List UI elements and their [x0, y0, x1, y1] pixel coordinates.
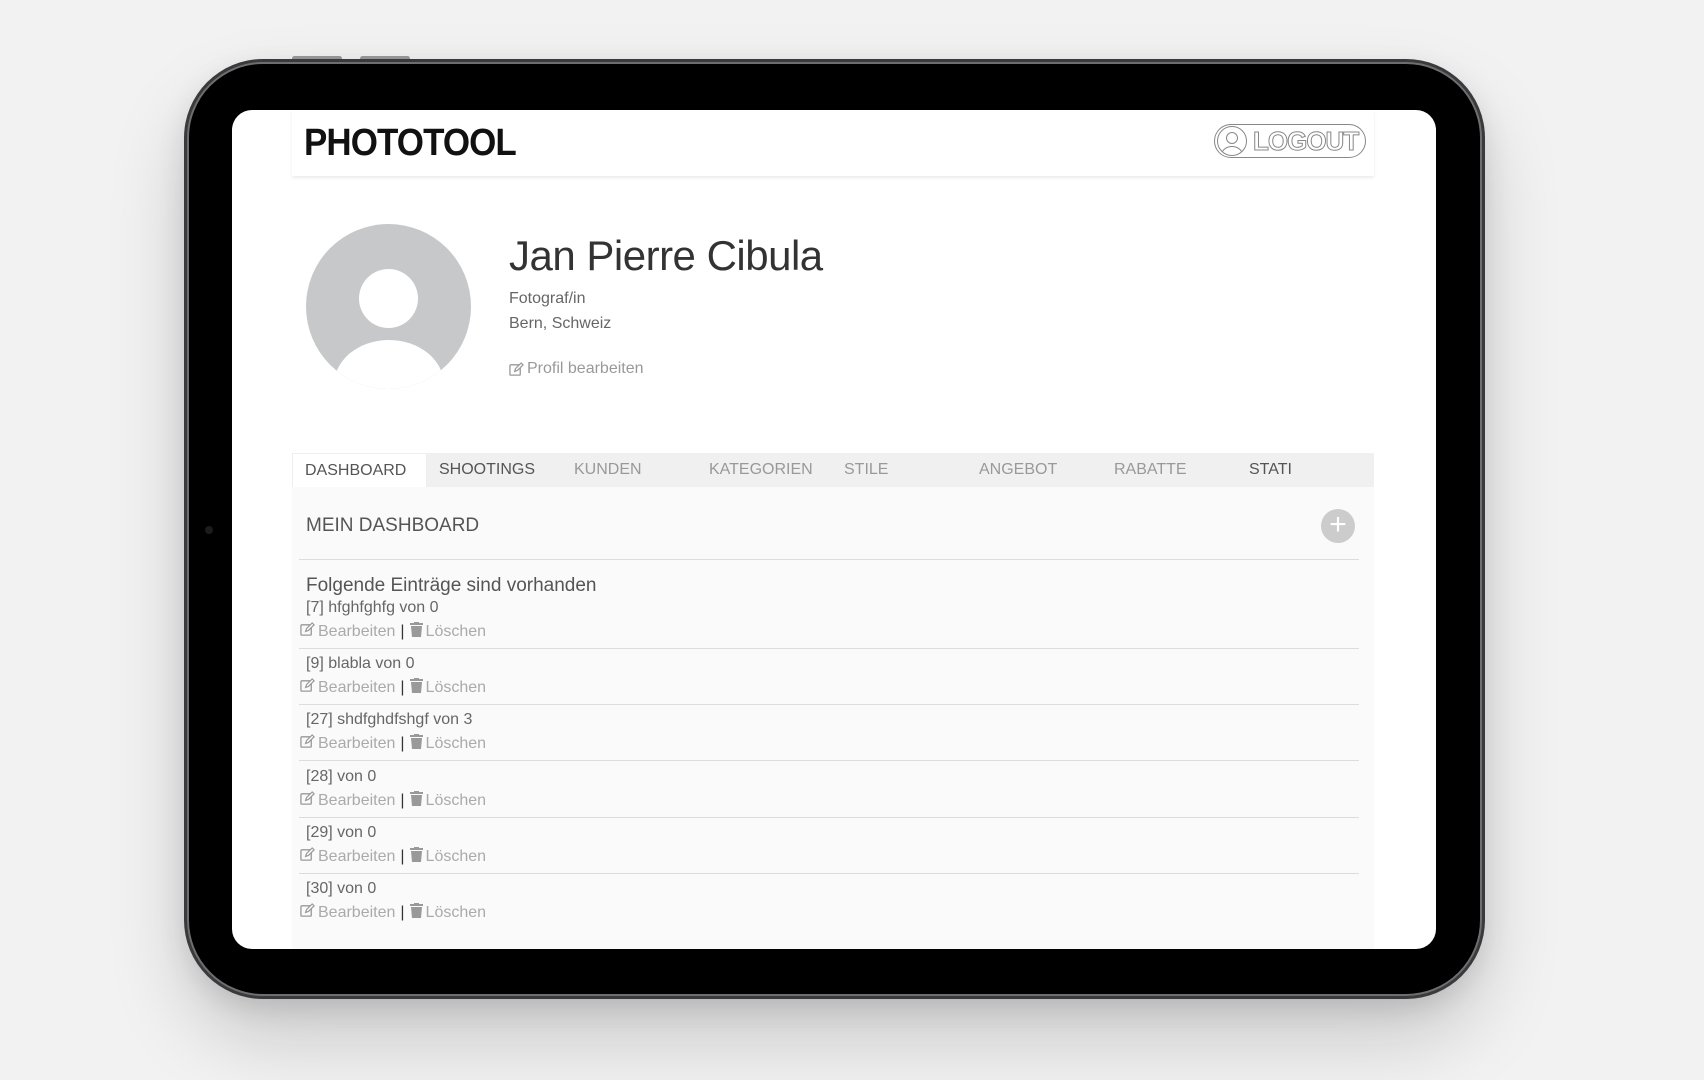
tab-stile[interactable]: STILE — [832, 453, 967, 487]
profile-role: Fotograf/in — [509, 290, 586, 307]
plus-icon: + — [1329, 508, 1347, 541]
edit-link[interactable]: Bearbeiten — [318, 848, 395, 866]
volume-button-top-1 — [292, 56, 342, 61]
list-item-actions: Bearbeiten | Löschen — [300, 678, 486, 698]
edit-profile-label: Profil bearbeiten — [527, 360, 644, 377]
panel-title: MEIN DASHBOARD — [306, 515, 480, 536]
delete-link[interactable]: Löschen — [426, 735, 487, 753]
separator: | — [400, 735, 405, 752]
edit-link[interactable]: Bearbeiten — [318, 904, 395, 922]
edit-profile-link[interactable]: Profil bearbeiten — [509, 360, 644, 378]
list-item-title: [30] von 0 — [306, 880, 377, 897]
list-item-title: [28] von 0 — [306, 768, 377, 785]
list-item-actions: Bearbeiten | Löschen — [300, 734, 486, 754]
separator: | — [400, 623, 405, 640]
edit-icon — [300, 847, 315, 867]
edit-icon — [300, 678, 315, 698]
entries-heading: Folgende Einträge sind vorhanden — [306, 575, 597, 596]
trash-icon — [409, 678, 423, 698]
delete-link[interactable]: Löschen — [426, 904, 487, 922]
logout-label: LOGOUT — [1252, 125, 1359, 156]
trash-icon — [409, 791, 423, 811]
profile-location: Bern, Schweiz — [509, 315, 612, 332]
delete-link[interactable]: Löschen — [426, 848, 487, 866]
separator: | — [400, 904, 405, 921]
divider — [299, 648, 1359, 649]
app-logo[interactable]: PHOTOTOOL — [304, 122, 517, 165]
divider — [299, 873, 1359, 874]
avatar-body — [334, 340, 444, 389]
avatar — [306, 224, 471, 389]
tab-stati[interactable]: STATI — [1237, 453, 1372, 487]
screen: PHOTOTOOL LOGOUT Jan Pierre Cibula Fotog… — [232, 110, 1436, 949]
edit-link[interactable]: Bearbeiten — [318, 679, 395, 697]
separator: | — [400, 848, 405, 865]
list-item-title: [29] von 0 — [306, 824, 377, 841]
list-item-actions: Bearbeiten | Löschen — [300, 791, 486, 811]
trash-icon — [409, 847, 423, 867]
dashboard-panel: MEIN DASHBOARD + Folgende Einträge sind … — [292, 487, 1374, 949]
list-item-actions: Bearbeiten | Löschen — [300, 622, 486, 642]
list-item-title: [27] shdfghdfshgf von 3 — [306, 711, 473, 728]
separator: | — [400, 679, 405, 696]
edit-link[interactable]: Bearbeiten — [318, 792, 395, 810]
tab-shootings[interactable]: SHOOTINGS — [427, 453, 562, 487]
volume-button-top-2 — [360, 56, 410, 61]
trash-icon — [409, 622, 423, 642]
tab-bar: DASHBOARD SHOOTINGS KUNDEN KATEGORIEN ST… — [292, 453, 1374, 487]
divider — [299, 760, 1359, 761]
list-item-actions: Bearbeiten | Löschen — [300, 847, 486, 867]
delete-link[interactable]: Löschen — [426, 679, 487, 697]
tab-kunden[interactable]: KUNDEN — [562, 453, 697, 487]
delete-link[interactable]: Löschen — [426, 623, 487, 641]
edit-link[interactable]: Bearbeiten — [318, 735, 395, 753]
trash-icon — [409, 734, 423, 754]
tab-kategorien[interactable]: KATEGORIEN — [697, 453, 832, 487]
edit-icon — [300, 791, 315, 811]
list-item-actions: Bearbeiten | Löschen — [300, 903, 486, 923]
edit-icon — [300, 734, 315, 754]
delete-link[interactable]: Löschen — [426, 792, 487, 810]
logout-button[interactable]: LOGOUT — [1214, 124, 1366, 158]
camera-icon — [205, 526, 213, 534]
user-icon — [1217, 126, 1247, 156]
edit-icon — [300, 622, 315, 642]
separator: | — [400, 792, 405, 809]
profile-name: Jan Pierre Cibula — [509, 232, 823, 279]
edit-icon — [300, 903, 315, 923]
tab-dashboard[interactable]: DASHBOARD — [292, 453, 427, 487]
edit-link[interactable]: Bearbeiten — [318, 623, 395, 641]
add-button[interactable]: + — [1321, 509, 1355, 543]
divider — [299, 559, 1359, 560]
divider — [299, 817, 1359, 818]
app-header: PHOTOTOOL LOGOUT — [292, 110, 1374, 176]
trash-icon — [409, 903, 423, 923]
avatar-head — [359, 269, 418, 328]
divider — [299, 704, 1359, 705]
list-item-title: [9] blabla von 0 — [306, 655, 415, 672]
edit-icon — [509, 362, 524, 376]
tab-angebot[interactable]: ANGEBOT — [967, 453, 1102, 487]
list-item-title: [7] hfghfghfg von 0 — [306, 599, 439, 616]
tab-rabatte[interactable]: RABATTE — [1102, 453, 1237, 487]
